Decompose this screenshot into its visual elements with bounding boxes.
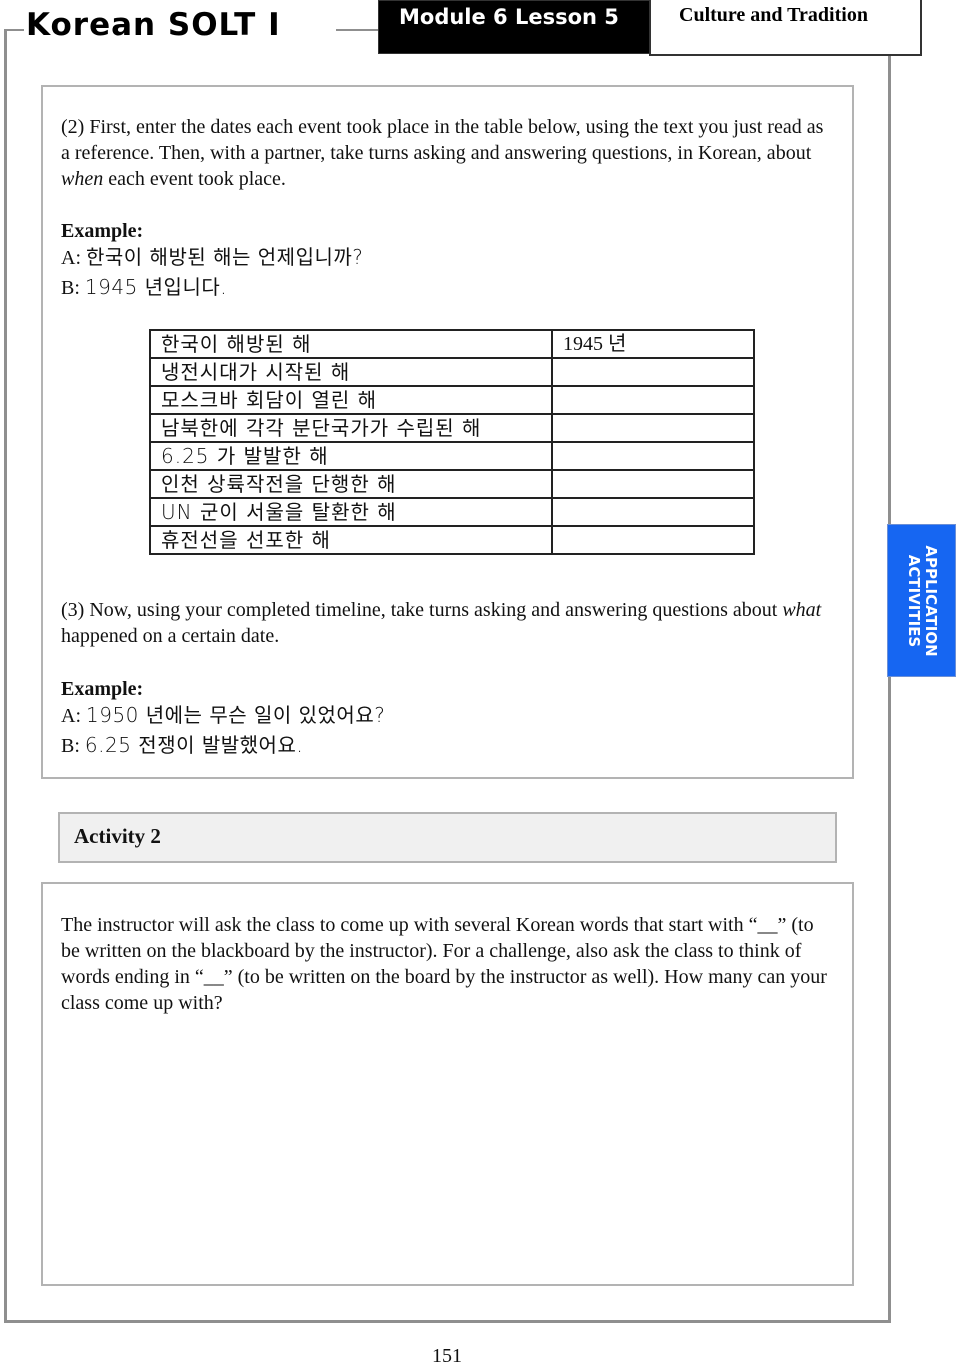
date-cell[interactable]: 1945 년 <box>551 329 755 359</box>
date-cell[interactable] <box>551 469 755 499</box>
activity-2-title: Activity 2 <box>74 824 161 848</box>
event-cell: 6.25 가 발발한 해 <box>149 441 553 471</box>
example-line-b: B: 6.25 전쟁이 발발했어요. <box>61 733 304 757</box>
module-label-box: Module 6 Lesson 5 <box>378 0 650 54</box>
date-cell[interactable] <box>551 497 755 527</box>
instruction-2: (2) First, enter the dates each event to… <box>61 116 824 190</box>
application-activities-tab: APPLICATION ACTIVITIES <box>887 524 956 677</box>
module-label: Module 6 Lesson 5 <box>399 5 619 29</box>
event-cell: 남북한에 각각 분단국가가 수립된 해 <box>149 413 553 443</box>
date-cell[interactable] <box>551 357 755 387</box>
table-row: 모스크바 회담이 열린 해 <box>149 385 755 415</box>
table-row: 6.25 가 발발한 해 <box>149 441 755 471</box>
instruction-emphasis: when <box>61 168 104 190</box>
table-row: 휴전선을 선포한 해 <box>149 525 755 555</box>
frame-line <box>4 1320 891 1323</box>
event-cell: 한국이 해방된 해 <box>149 329 553 359</box>
frame-line <box>336 29 380 31</box>
side-tab-line1: APPLICATION <box>921 544 940 657</box>
date-cell[interactable] <box>551 385 755 415</box>
activity-2-header: Activity 2 <box>58 812 837 863</box>
instruction-emphasis: what <box>782 599 822 621</box>
event-cell: 인천 상륙작전을 단행한 해 <box>149 469 553 499</box>
activity-2-body: The instructor will ask the class to com… <box>61 914 827 1014</box>
page-number: 151 <box>432 1345 462 1367</box>
table-row: 한국이 해방된 해 1945 년 <box>149 329 755 359</box>
example-line-b: B: 1945 년입니다. <box>61 275 228 299</box>
event-cell: 냉전시대가 시작된 해 <box>149 357 553 387</box>
example-label: Example: <box>61 678 144 700</box>
event-cell: UN 군이 서울을 탈환한 해 <box>149 497 553 527</box>
table-row: 냉전시대가 시작된 해 <box>149 357 755 387</box>
frame-line <box>888 55 891 1323</box>
instruction-3: (3) Now, using your completed timeline, … <box>61 599 822 647</box>
frame-line <box>4 29 7 1322</box>
example-label: Example: <box>61 220 144 242</box>
course-title: Korean SOLT I <box>26 7 281 43</box>
side-tab-line2: ACTIVITIES <box>904 554 923 647</box>
activity-2-box: The instructor will ask the class to com… <box>41 882 854 1286</box>
topic-label: Culture and Tradition <box>679 4 868 26</box>
frame-line <box>4 29 24 31</box>
topic-label-box: Culture and Tradition <box>649 0 922 56</box>
example-line-a: A: 1950 년에는 무슨 일이 있었어요? <box>61 703 386 727</box>
activity-1-box: (2) First, enter the dates each event to… <box>41 85 854 779</box>
date-cell[interactable] <box>551 525 755 555</box>
table-row: 남북한에 각각 분단국가가 수립된 해 <box>149 413 755 443</box>
event-cell: 모스크바 회담이 열린 해 <box>149 385 553 415</box>
example-line-a: A: 한국이 해방된 해는 언제입니까? <box>61 245 364 269</box>
event-date-table: 한국이 해방된 해 1945 년 냉전시대가 시작된 해 모스크바 회담이 열린 … <box>149 329 755 555</box>
table-row: 인천 상륙작전을 단행한 해 <box>149 469 755 499</box>
date-cell[interactable] <box>551 413 755 443</box>
event-cell: 휴전선을 선포한 해 <box>149 525 553 555</box>
table-row: UN 군이 서울을 탈환한 해 <box>149 497 755 527</box>
date-cell[interactable] <box>551 441 755 471</box>
